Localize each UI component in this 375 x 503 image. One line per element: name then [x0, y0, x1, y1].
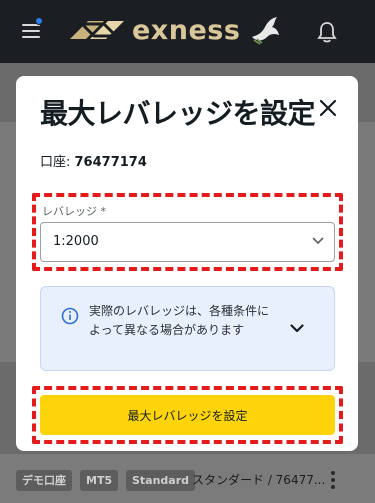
leverage-value: 1:2000 [53, 234, 99, 249]
account-label: 口座: [40, 155, 75, 170]
bell-icon[interactable] [316, 20, 338, 44]
dove-icon [252, 17, 280, 45]
set-leverage-dialog: 最大レバレッジを設定 口座: 76477174 レバレッジ * 1:2000 実… [16, 76, 358, 451]
dialog-title: 最大レバレッジを設定 [40, 97, 316, 130]
more-options-icon[interactable] [327, 468, 339, 492]
menu-button[interactable] [20, 17, 44, 42]
platform-tag: MT5 [80, 470, 119, 491]
notification-dot [35, 17, 43, 25]
account-type-tag: Standard [126, 470, 196, 491]
expand-chevron-icon[interactable] [290, 324, 304, 333]
brand-logo: exness [68, 10, 282, 50]
menu-bar [22, 36, 40, 38]
account-info: 口座: 76477174 [40, 151, 147, 170]
chevron-down-icon [312, 237, 324, 245]
account-number: 76477174 [74, 155, 147, 170]
set-max-leverage-button[interactable]: 最大レバレッジを設定 [40, 395, 335, 435]
close-icon[interactable] [318, 98, 338, 118]
leverage-select[interactable]: 1:2000 [40, 222, 335, 262]
info-icon [61, 307, 79, 325]
leverage-label: レバレッジ * [42, 205, 106, 218]
menu-bar [22, 30, 40, 32]
info-text: 実際のレバレッジは、各種条件によって異なる場合があります [89, 304, 270, 337]
account-row-text: スタンダード / 76477... [192, 473, 326, 487]
leverage-info-notice: 実際のレバレッジは、各種条件によって異なる場合があります [40, 286, 335, 371]
app-header: exness [0, 0, 375, 63]
demo-account-tag: デモ口座 [16, 470, 72, 491]
exness-logo-icon [70, 21, 124, 39]
brand-name: exness [132, 14, 241, 46]
